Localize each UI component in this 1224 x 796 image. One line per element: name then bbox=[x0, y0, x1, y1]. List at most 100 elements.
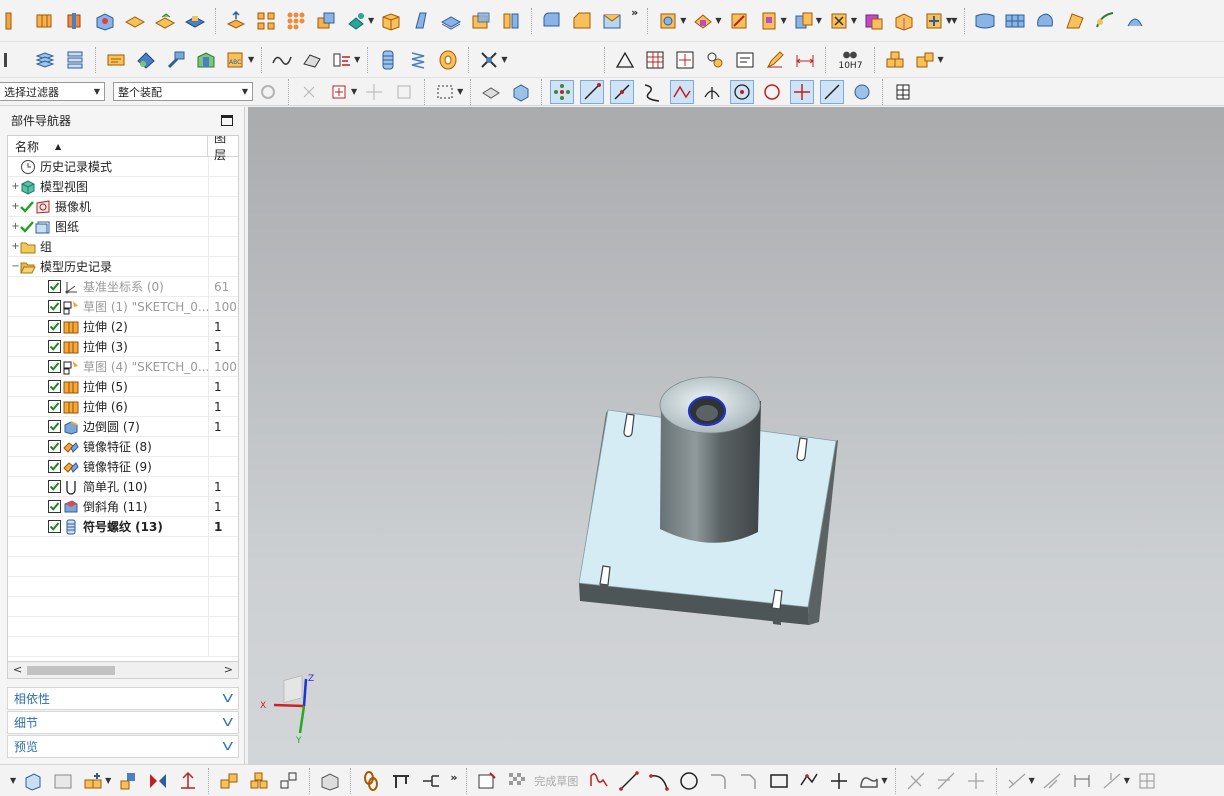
select-body-icon[interactable] bbox=[510, 81, 532, 103]
snap-quadrant-icon[interactable] bbox=[761, 81, 783, 103]
snap-square-icon[interactable] bbox=[328, 81, 350, 103]
tree-item-history-mode[interactable]: 历史记录模式 bbox=[8, 156, 238, 177]
scroll-left-icon[interactable]: < bbox=[13, 663, 22, 676]
chain-link-icon[interactable] bbox=[360, 770, 382, 792]
trim-body-icon[interactable] bbox=[470, 10, 492, 32]
layer-settings-icon[interactable] bbox=[34, 49, 56, 71]
polygon-icon[interactable] bbox=[798, 770, 820, 792]
tree-item-groups[interactable]: + 组 bbox=[8, 236, 238, 257]
washer-icon[interactable] bbox=[437, 49, 459, 71]
hammer-icon[interactable] bbox=[165, 49, 187, 71]
snap-curve-icon[interactable] bbox=[641, 81, 663, 103]
datum-plane-icon[interactable] bbox=[22, 770, 44, 792]
show-constraints-icon[interactable] bbox=[1101, 770, 1123, 792]
quick-extend-icon[interactable] bbox=[935, 770, 957, 792]
graphics-window[interactable]: Z X Y bbox=[248, 107, 1224, 764]
table-note-icon[interactable] bbox=[644, 49, 666, 71]
dropdown-arrow[interactable]: ▼ bbox=[501, 55, 507, 64]
thicken-icon[interactable] bbox=[440, 10, 462, 32]
pen-icon[interactable] bbox=[764, 49, 786, 71]
snap-cursor-disabled-icon[interactable] bbox=[363, 81, 385, 103]
snap-face-icon[interactable] bbox=[851, 81, 873, 103]
assembly-constraint-icon[interactable] bbox=[218, 770, 240, 792]
selection-filter-dropdown[interactable]: 选择过滤器 ▼ bbox=[0, 82, 105, 101]
rapid-dimension-icon[interactable] bbox=[1071, 770, 1093, 792]
datum-axis-icon[interactable] bbox=[117, 770, 139, 792]
sketch-plane-icon[interactable] bbox=[52, 770, 74, 792]
dropdown-arrow[interactable]: ▼ bbox=[457, 87, 463, 96]
snap-circle-center-icon[interactable] bbox=[730, 79, 755, 104]
annotation-icon[interactable] bbox=[105, 49, 127, 71]
section-details[interactable]: 细节 V bbox=[7, 711, 239, 734]
tree-feature-edge-blend-7[interactable]: 边倒圆 (7) 1 bbox=[8, 416, 238, 437]
dropdown-arrow[interactable]: ▼ bbox=[715, 16, 721, 25]
feature-suppress-checkbox[interactable] bbox=[48, 400, 61, 413]
tree-item-model-history[interactable]: − 模型历史记录 bbox=[8, 256, 238, 277]
harness-icon[interactable] bbox=[420, 770, 442, 792]
dropdown-arrow[interactable]: ▼ bbox=[680, 16, 686, 25]
point-icon[interactable] bbox=[828, 770, 850, 792]
finish-sketch-icon[interactable] bbox=[506, 770, 528, 792]
toolbar-more-button[interactable]: » bbox=[631, 0, 638, 19]
cut-section-icon[interactable] bbox=[4, 10, 26, 32]
sync-delete-icon[interactable] bbox=[828, 10, 850, 32]
assembly-arrange-icon[interactable] bbox=[248, 770, 270, 792]
finish-sketch-label[interactable]: 完成草图 bbox=[534, 773, 578, 789]
sync-linked-icon[interactable] bbox=[923, 10, 945, 32]
snap-point-on-icon[interactable] bbox=[790, 79, 815, 104]
emboss-icon[interactable] bbox=[154, 10, 176, 32]
expand-icon[interactable]: + bbox=[11, 201, 20, 212]
select-face-icon[interactable] bbox=[480, 81, 502, 103]
feature-suppress-checkbox[interactable] bbox=[48, 380, 61, 393]
expand-icon[interactable]: + bbox=[11, 241, 20, 252]
make-corner-icon[interactable] bbox=[965, 770, 987, 792]
face-blend-icon[interactable] bbox=[601, 10, 623, 32]
assembly-explode-icon[interactable] bbox=[278, 770, 300, 792]
feature-suppress-checkbox[interactable] bbox=[48, 500, 61, 513]
snap-midpoint-icon[interactable] bbox=[610, 79, 635, 104]
assembly-add-icon[interactable] bbox=[914, 49, 936, 71]
dropdown-arrow[interactable]: ▼ bbox=[105, 776, 111, 785]
dropdown-arrow[interactable]: ▼ bbox=[354, 55, 360, 64]
sync-pull-face-icon[interactable] bbox=[692, 10, 714, 32]
dropdown-arrow[interactable]: ▼ bbox=[816, 16, 822, 25]
show-hide-icon[interactable] bbox=[331, 49, 353, 71]
route-icon[interactable] bbox=[390, 770, 412, 792]
boss-icon[interactable] bbox=[184, 10, 206, 32]
dropdown-arrow[interactable]: ▼ bbox=[1029, 776, 1035, 785]
feature-suppress-checkbox[interactable] bbox=[48, 280, 61, 293]
scroll-thumb[interactable] bbox=[27, 666, 115, 675]
feature-suppress-checkbox[interactable] bbox=[48, 420, 61, 433]
snap-intersection-icon[interactable] bbox=[670, 79, 695, 104]
pattern-geometry-icon[interactable] bbox=[285, 10, 307, 32]
sync-replace-icon[interactable] bbox=[758, 10, 780, 32]
surface-extra-icon[interactable] bbox=[1124, 10, 1146, 32]
tree-feature-sketch-4[interactable]: 草图 (4) "SKETCH_0... 100 bbox=[8, 356, 238, 377]
view-triad[interactable]: Z X Y bbox=[256, 673, 316, 743]
sketch-icon[interactable] bbox=[476, 770, 498, 792]
snap-arc-center-icon[interactable] bbox=[701, 81, 723, 103]
move-to-layer-icon[interactable] bbox=[64, 49, 86, 71]
sync-move-face-icon[interactable] bbox=[657, 10, 679, 32]
sync-group-icon[interactable] bbox=[863, 10, 885, 32]
auto-constrain-icon[interactable] bbox=[1041, 770, 1063, 792]
dropdown-arrow[interactable]: ▼ bbox=[248, 55, 254, 64]
attribute-icon[interactable]: ABC bbox=[225, 49, 247, 71]
draft-icon[interactable] bbox=[410, 10, 432, 32]
maximize-icon[interactable] bbox=[221, 115, 233, 126]
swept-icon[interactable] bbox=[1094, 10, 1116, 32]
note-icon[interactable] bbox=[734, 49, 756, 71]
snap-misc-disabled-icon[interactable] bbox=[393, 81, 415, 103]
tree-item-drawings[interactable]: + 图纸 bbox=[8, 216, 238, 237]
expand-icon[interactable]: + bbox=[11, 181, 20, 192]
box-icon[interactable] bbox=[380, 10, 402, 32]
dropdown-arrow[interactable]: ▼ bbox=[937, 55, 943, 64]
dropdown-arrow[interactable]: ▼ bbox=[951, 16, 957, 25]
sketch-chamfer-icon[interactable] bbox=[738, 770, 760, 792]
feature-suppress-checkbox[interactable] bbox=[48, 340, 61, 353]
studio-spline-icon[interactable] bbox=[858, 770, 880, 792]
line-icon[interactable] bbox=[618, 770, 640, 792]
balloon-icon[interactable] bbox=[704, 49, 726, 71]
constraint-icon[interactable] bbox=[1006, 770, 1028, 792]
snap-all-icon[interactable] bbox=[550, 79, 575, 104]
